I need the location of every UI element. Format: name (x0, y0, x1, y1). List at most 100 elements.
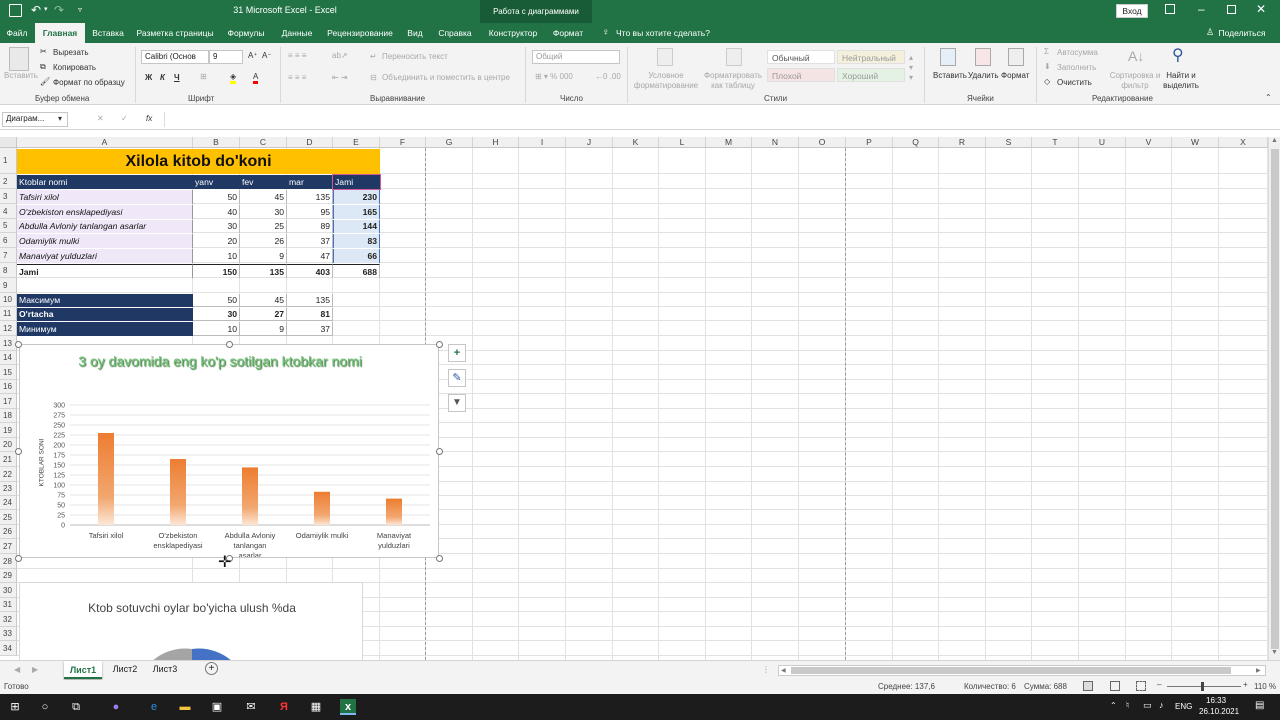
column-header[interactable]: U (1079, 137, 1126, 148)
cancel-icon[interactable]: ✕ (97, 114, 104, 123)
table-cell[interactable]: Manaviyat yulduzlari (17, 249, 193, 263)
prev-sheet-icon[interactable]: ◀ (14, 665, 20, 674)
chart-resize-handle[interactable] (226, 341, 233, 348)
zoom-out-icon[interactable]: – (1157, 680, 1161, 689)
underline-button[interactable]: Ч (174, 73, 180, 82)
search-icon[interactable]: ○ (37, 699, 53, 715)
row-header[interactable]: 15 (0, 365, 17, 380)
signin-button[interactable]: Вход (1116, 4, 1148, 18)
table-cell[interactable]: 403 (287, 264, 333, 278)
row-header[interactable]: 4 (0, 204, 17, 219)
chart-resize-handle[interactable] (436, 341, 443, 348)
table-cell[interactable]: Odamiylik mulki (17, 234, 193, 248)
save-icon[interactable] (9, 4, 22, 17)
column-header[interactable]: W (1172, 137, 1219, 148)
fill-color-icon[interactable]: ◈ (230, 72, 237, 84)
row-header[interactable]: 11 (0, 307, 17, 321)
tab-data[interactable]: Данные (278, 23, 316, 43)
font-color-icon[interactable]: A (253, 72, 259, 84)
table-cell[interactable]: 50 (193, 190, 240, 204)
table-cell[interactable]: 20 (193, 234, 240, 248)
borders-icon[interactable]: ⊞ (200, 72, 207, 81)
bar[interactable] (170, 459, 186, 525)
table-cell[interactable]: 47 (287, 249, 333, 263)
column-header[interactable]: H (473, 137, 519, 148)
maximize-icon[interactable] (1227, 5, 1236, 14)
insert-cells-button[interactable]: Вставить (933, 71, 967, 80)
align-left-icon[interactable]: ≡ ≡ ≡ (288, 73, 306, 82)
excel-taskbar-icon[interactable]: x (340, 699, 356, 715)
chart-resize-handle[interactable] (15, 448, 22, 455)
minimize-icon[interactable]: – (1198, 2, 1205, 16)
row-header[interactable]: 16 (0, 380, 17, 394)
table-cell[interactable]: 25 (240, 220, 287, 233)
tabs-splitter-icon[interactable]: ⋮ (762, 665, 770, 674)
row-header[interactable]: 10 (0, 293, 17, 307)
bar[interactable] (386, 498, 402, 525)
horizontal-scroll-thumb[interactable] (791, 667, 1231, 674)
table-cell[interactable]: 135 (287, 190, 333, 204)
number-format-box[interactable]: Общий (532, 50, 620, 64)
conditional-format-button[interactable]: Условное форматирование (632, 71, 700, 91)
tab-page-layout[interactable]: Разметка страницы (135, 23, 215, 43)
clock-time[interactable]: 16:33 (1206, 696, 1226, 705)
column-header[interactable]: N (752, 137, 799, 148)
table-cell[interactable]: 30 (193, 220, 240, 233)
zoom-in-icon[interactable]: + (1243, 680, 1248, 689)
redo-icon[interactable]: ↷ (54, 3, 64, 17)
task-view-icon[interactable]: ⧉ (68, 699, 84, 715)
wrap-text-button[interactable]: Переносить текст (382, 52, 448, 61)
table-cell[interactable]: 230 (333, 190, 380, 204)
table-cell[interactable]: 10 (193, 322, 240, 336)
chart-filter-icon[interactable]: ▼ (448, 394, 466, 412)
autosum-button[interactable]: Автосумма (1057, 48, 1098, 57)
row-header[interactable]: 7 (0, 248, 17, 263)
table-cell[interactable]: 144 (333, 220, 380, 233)
clock-date[interactable]: 26.10.2021 (1199, 707, 1239, 716)
keyboard-language[interactable]: ENG (1175, 702, 1192, 711)
store-icon[interactable]: ▣ (209, 699, 225, 715)
table-cell[interactable]: 27 (240, 308, 287, 321)
decimal-icon[interactable]: ←0 .00 (595, 72, 621, 81)
table-cell[interactable]: 89 (287, 220, 333, 233)
table-cell[interactable]: O'zbekiston ensklapediyasi (17, 205, 193, 219)
cut-button[interactable]: Вырезать (53, 48, 89, 57)
column-header[interactable]: J (566, 137, 613, 148)
row-header[interactable]: 22 (0, 467, 17, 482)
column-header[interactable]: V (1126, 137, 1172, 148)
font-name-box[interactable]: Calibri (Основ (141, 50, 209, 64)
align-top-icon[interactable]: ≡ ≡ ≡ (288, 51, 306, 60)
header-book-name[interactable]: Ktoblar nomi (17, 175, 193, 189)
undo-dropdown-icon[interactable]: ▾ (44, 5, 48, 13)
row-header[interactable]: 9 (0, 278, 17, 293)
tell-me-search[interactable]: Что вы хотите сделать? (616, 23, 712, 43)
sheet-tab-1[interactable]: Лист1 (64, 661, 102, 679)
share-button[interactable]: Поделиться (1218, 23, 1266, 43)
new-sheet-icon[interactable]: + (205, 662, 218, 675)
file-explorer-icon[interactable]: ▬ (177, 699, 193, 715)
row-header[interactable]: 1 (0, 148, 17, 174)
shrink-font-icon[interactable]: A⁻ (262, 51, 272, 60)
microphone-icon[interactable]: ♮ (1126, 700, 1129, 711)
ribbon-display-options-icon[interactable] (1165, 4, 1175, 14)
sheet-tab-3[interactable]: Лист3 (148, 664, 182, 674)
row-header[interactable]: 24 (0, 496, 17, 510)
format-painter-button[interactable]: Формат по образцу (53, 78, 125, 87)
delete-cells-button[interactable]: Удалить (968, 71, 999, 80)
tab-file[interactable]: Файл (3, 23, 31, 43)
tab-chart-design[interactable]: Конструктор (484, 23, 542, 43)
table-cell[interactable]: 165 (333, 205, 380, 219)
table-cell[interactable]: Jami (17, 264, 193, 278)
format-cells-button[interactable]: Формат (1001, 71, 1029, 80)
column-header[interactable]: A (17, 137, 193, 148)
bold-button[interactable]: Ж (145, 73, 152, 82)
row-header[interactable]: 26 (0, 525, 17, 539)
column-header[interactable]: X (1219, 137, 1268, 148)
chart-styles-brush-icon[interactable]: ✎ (448, 369, 466, 387)
style-normal[interactable]: Обычный (767, 50, 835, 64)
scroll-down-icon[interactable]: ▼ (1271, 649, 1278, 656)
table-cell[interactable]: 688 (333, 264, 380, 278)
column-header[interactable]: I (519, 137, 566, 148)
row-header[interactable]: 27 (0, 539, 17, 554)
bar[interactable] (314, 491, 330, 525)
